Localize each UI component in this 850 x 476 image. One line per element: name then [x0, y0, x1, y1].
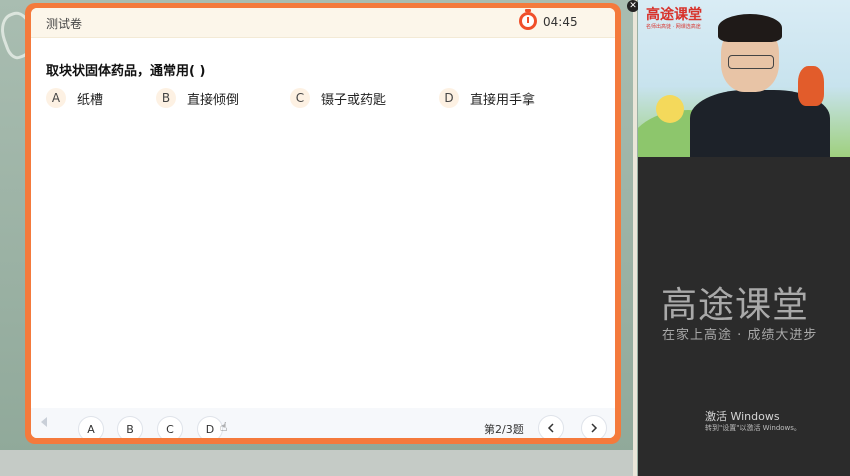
windows-activation-title: 激活 Windows — [705, 410, 780, 423]
countdown-timer: 04:45 — [543, 15, 578, 29]
previous-question-button[interactable] — [538, 415, 564, 438]
answer-button-b[interactable]: B — [117, 416, 143, 438]
prev-arrow-icon[interactable] — [41, 417, 47, 427]
next-question-button[interactable] — [581, 415, 607, 438]
quiz-title: 测试卷 — [46, 17, 83, 31]
chevron-left-icon — [547, 423, 554, 433]
quiz-window: 测试卷 04:45 取块状固体药品，通常用( ) A 纸槽 B 直接倾倒 C 镊… — [25, 3, 621, 444]
windows-activation-subtitle: 转到"设置"以激活 Windows。 — [705, 424, 801, 432]
option-text: 直接倾倒 — [187, 92, 240, 108]
option-letter: C — [290, 88, 310, 108]
quiz-content: 测试卷 04:45 取块状固体药品，通常用( ) A 纸槽 B 直接倾倒 C 镊… — [31, 8, 615, 438]
option-text: 直接用手拿 — [470, 92, 536, 108]
option-letter: A — [46, 88, 66, 108]
option-a[interactable]: A 纸槽 — [46, 88, 103, 108]
answer-button-c[interactable]: C — [157, 416, 183, 438]
camera-background-sun — [656, 95, 684, 123]
brand-slogan: 在家上高途 · 成绩大进步 — [662, 328, 818, 343]
background-strip — [0, 450, 637, 476]
teacher-glasses — [728, 55, 774, 69]
option-letter: D — [439, 88, 459, 108]
brand-name: 高途课堂 — [661, 285, 810, 326]
camera-logo-tagline: 名师出高徒 · 网课选高途 — [646, 24, 701, 30]
answer-bar: A B C D 第2/3题 — [31, 408, 615, 438]
option-text: 镊子或药匙 — [321, 92, 387, 108]
option-c[interactable]: C 镊子或药匙 — [290, 88, 386, 108]
answer-button-a[interactable]: A — [78, 416, 104, 438]
timer-icon — [519, 12, 537, 30]
option-text: 纸槽 — [77, 92, 104, 108]
pointer-cursor-icon: ☝ — [220, 420, 228, 434]
camera-logo: 高途课堂 — [646, 7, 702, 23]
teacher-camera: 高途课堂 名师出高徒 · 网课选高途 — [638, 0, 850, 157]
option-d[interactable]: D 直接用手拿 — [439, 88, 535, 108]
question-counter: 第2/3题 — [484, 423, 524, 436]
teacher-hair — [718, 14, 782, 42]
mascot-figure — [798, 66, 824, 106]
option-b[interactable]: B 直接倾倒 — [156, 88, 239, 108]
option-letter: B — [156, 88, 176, 108]
quiz-header: 测试卷 04:45 — [31, 8, 615, 38]
panel-divider — [633, 0, 637, 476]
side-panel: 高途课堂 在家上高途 · 成绩大进步 激活 Windows 转到"设置"以激活 … — [638, 157, 850, 476]
question-text: 取块状固体药品，通常用( ) — [46, 64, 206, 79]
chevron-right-icon — [591, 423, 598, 433]
